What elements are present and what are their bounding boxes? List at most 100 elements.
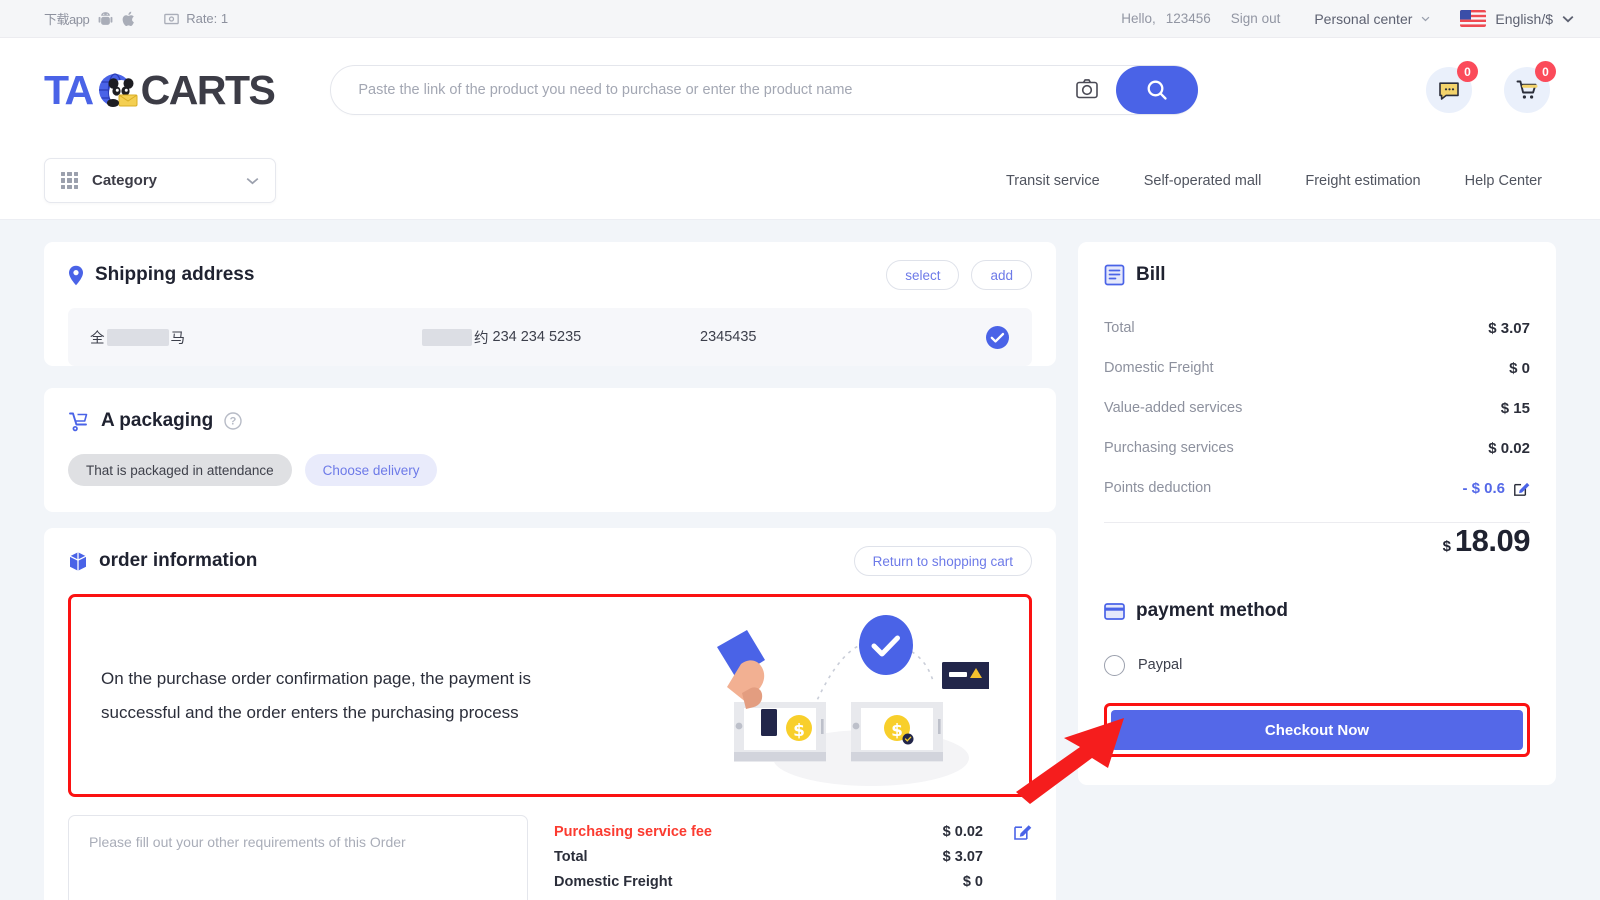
packaging-header: A packaging ? — [68, 388, 1032, 454]
bill-value: $ 0.02 — [1488, 439, 1530, 457]
header-icon-group: 0 0 — [1426, 61, 1564, 113]
packaging-options: That is packaged in attendance Choose de… — [68, 454, 1032, 512]
bill-label: Total — [1104, 320, 1135, 336]
address-phone-prefix: 约 — [474, 330, 489, 347]
packaging-option-attendance[interactable]: That is packaged in attendance — [68, 454, 292, 486]
nav-links: Transit service Self-operated mall Freig… — [1006, 173, 1564, 189]
panda-globe-icon — [91, 65, 143, 115]
right-column: Bill Total $ 3.07 Domestic Freight $ 0 V… — [1078, 242, 1556, 900]
package-cart-icon — [69, 412, 88, 431]
us-flag-icon — [1460, 10, 1487, 27]
svg-text:$: $ — [793, 721, 805, 741]
bill-header: Bill — [1104, 242, 1530, 308]
address-postcode: 2345435 — [700, 329, 757, 345]
add-address-button[interactable]: add — [971, 260, 1032, 290]
shipping-address-header: Shipping address select add — [68, 242, 1032, 308]
category-label: Category — [92, 172, 158, 189]
nav-link-transit-service[interactable]: Transit service — [1006, 173, 1100, 189]
language-selector[interactable]: English/$ — [1460, 10, 1574, 27]
logo-text-right: CARTS — [140, 66, 276, 113]
order-information-header: order information Return to shopping car… — [68, 528, 1032, 594]
order-note-input[interactable]: Please fill out your other requirements … — [68, 815, 528, 900]
order-information-title: order information — [99, 550, 258, 571]
shipping-address-actions: select add — [886, 260, 1032, 290]
category-dropdown[interactable]: Category — [44, 158, 276, 203]
main-navbar: Category Transit service Self-operated m… — [0, 142, 1600, 220]
chat-button[interactable]: 0 — [1426, 61, 1478, 113]
fee-value: $ 0 — [962, 873, 983, 890]
greeting-label: Hello, — [1121, 11, 1156, 26]
exchange-rate-group: Rate: 1 — [164, 11, 228, 26]
address-recipient: 全 马 — [90, 327, 420, 348]
payment-method-title: payment method — [1136, 600, 1289, 621]
personal-center-menu[interactable]: Personal center — [1314, 11, 1430, 27]
sign-out-link[interactable]: Sign out — [1231, 11, 1281, 26]
order-information-card: order information Return to shopping car… — [44, 528, 1056, 900]
fee-label: Domestic Freight — [554, 873, 673, 890]
question-mark-icon[interactable]: ? — [224, 412, 242, 430]
address-recipient-suffix: 马 — [170, 330, 186, 347]
camera-icon[interactable] — [1074, 77, 1100, 103]
nav-link-help-center[interactable]: Help Center — [1465, 173, 1542, 189]
payment-notice-highlight-box: On the purchase order confirmation page,… — [68, 594, 1032, 797]
fee-label: Purchasing service fee — [554, 823, 712, 840]
android-icon[interactable] — [98, 11, 113, 27]
banknote-icon — [164, 13, 180, 24]
edit-icon[interactable] — [1513, 480, 1530, 497]
bill-title: Bill — [1136, 264, 1166, 285]
packaging-card: A packaging ? That is packaged in attend… — [44, 388, 1056, 512]
nav-link-freight-estimation[interactable]: Freight estimation — [1305, 173, 1420, 189]
address-phone-number: 234 234 5235 — [492, 329, 582, 345]
bill-row-value-added-services: Value-added services $ 15 — [1104, 388, 1530, 428]
checkout-now-button[interactable]: Checkout Now — [1111, 710, 1523, 750]
search-button[interactable] — [1116, 66, 1199, 114]
return-to-cart-button[interactable]: Return to shopping cart — [853, 546, 1032, 576]
search-input[interactable] — [358, 82, 1075, 98]
site-header: TA CARTS Paste the link of the product y… — [0, 38, 1600, 142]
apple-icon[interactable] — [122, 11, 137, 27]
check-circle-icon[interactable] — [985, 325, 1010, 350]
fee-edit-spacer — [1013, 872, 1032, 891]
cart-icon — [1516, 80, 1538, 99]
site-logo[interactable]: TA CARTS — [44, 60, 276, 120]
select-address-button[interactable]: select — [886, 260, 960, 290]
shipping-address-title: Shipping address — [95, 264, 255, 285]
edit-icon[interactable] — [1013, 822, 1032, 841]
order-information-title-group: order information — [68, 550, 257, 572]
redacted-phone-prefix — [422, 328, 472, 346]
payment-notice-text: On the purchase order confirmation page,… — [101, 662, 531, 730]
payment-option-paypal[interactable]: Paypal — [1104, 641, 1530, 689]
page-root: 下载app Rate: 1 Hello, 123456 Sign out Per… — [0, 0, 1600, 900]
chevron-down-icon — [246, 177, 259, 184]
paypal-radio[interactable] — [1104, 654, 1125, 676]
main-content: Shipping address select add 全 马 约 234 23… — [0, 220, 1600, 900]
address-phone: 约 234 234 5235 — [420, 327, 700, 348]
paypal-label: Paypal — [1138, 657, 1183, 673]
cart-button[interactable]: 0 — [1504, 61, 1556, 113]
bill-label: Domestic Freight — [1104, 360, 1214, 376]
grid-icon — [61, 172, 78, 189]
svg-text:$: $ — [891, 721, 903, 741]
address-recipient-prefix: 全 — [90, 330, 105, 347]
shipping-address-card: Shipping address select add 全 马 约 234 23… — [44, 242, 1056, 366]
fee-row-total: Total $ 3.07 — [554, 844, 1032, 869]
bill-value: $ 15 — [1500, 399, 1530, 417]
packaging-option-choose-delivery[interactable]: Choose delivery — [304, 454, 438, 486]
order-bottom-row: Please fill out your other requirements … — [68, 815, 1032, 900]
grand-total-currency: $ — [1442, 538, 1451, 555]
download-app-label[interactable]: 下载app — [44, 9, 90, 28]
svg-text:?: ? — [230, 416, 237, 428]
packaging-title: A packaging — [101, 410, 214, 431]
location-pin-icon — [69, 265, 83, 285]
checkout-highlight-box: Checkout Now — [1104, 703, 1530, 757]
bill-value: $ 3.07 — [1488, 319, 1530, 337]
exchange-rate-label: Rate: 1 — [186, 11, 229, 26]
payment-method-header: payment method — [1104, 581, 1530, 641]
search-bar — [330, 65, 1199, 115]
payment-success-illustration: $ $ — [699, 606, 990, 786]
nav-link-self-operated-mall[interactable]: Self-operated mall — [1144, 173, 1262, 189]
topbar-left-group: 下载app Rate: 1 — [44, 9, 228, 28]
bill-row-total: Total $ 3.07 — [1104, 308, 1530, 348]
address-row[interactable]: 全 马 约 234 234 5235 2345435 — [68, 308, 1032, 366]
bill-value: $ 0 — [1509, 359, 1530, 377]
